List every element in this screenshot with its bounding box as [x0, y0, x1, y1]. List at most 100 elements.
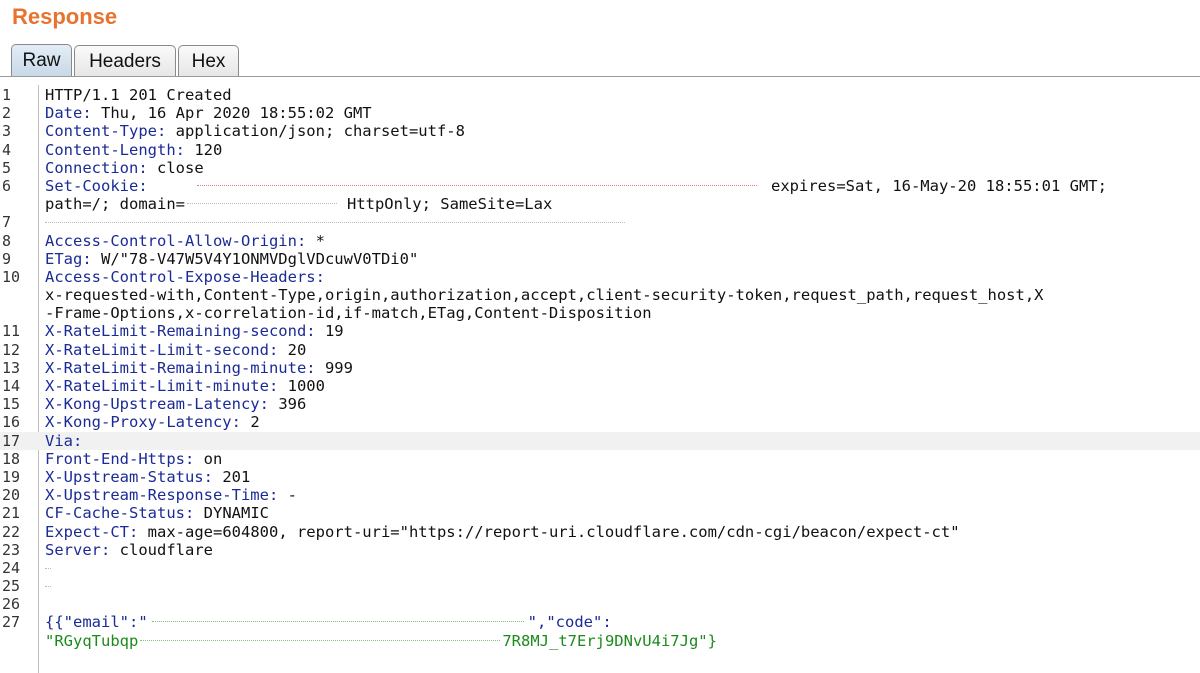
- header-value: close: [157, 158, 204, 177]
- header-value: -: [287, 486, 297, 505]
- current-line-highlight: 17 Via:: [0, 431, 1200, 450]
- header-value: DYNAMIC: [203, 504, 269, 523]
- header-value: W/"78-V47W5V4Y1ONMVDglVDcuwV0TDi0": [101, 249, 419, 268]
- line-17: Via:: [45, 431, 83, 450]
- header-name: X-RateLimit-Remaining-minute: [45, 358, 307, 377]
- line-number: 12: [2, 340, 21, 359]
- header-value: 2: [250, 413, 260, 432]
- line-number: 8: [2, 231, 12, 250]
- header-name: X-Upstream-Response-Time: [45, 486, 269, 505]
- line-25: [45, 577, 51, 595]
- redacted-value: [197, 184, 757, 188]
- header-value-cont: path=/; domain=: [45, 195, 185, 214]
- header-name: Access-Control-Expose-Headers: [45, 267, 316, 286]
- redacted-line: [45, 567, 51, 571]
- header-name: X-RateLimit-Remaining-second: [45, 322, 307, 341]
- header-value: *: [315, 231, 325, 250]
- header-name: X-Kong-Proxy-Latency: [45, 413, 232, 432]
- line-24: [45, 559, 51, 577]
- line-12: X-RateLimit-Limit-second: 20: [45, 340, 307, 359]
- header-value: 20: [287, 340, 307, 359]
- line-1: HTTP/1.1 201 Created: [45, 86, 232, 104]
- line-number: 19: [2, 467, 21, 486]
- line-number: 21: [2, 504, 21, 523]
- response-editor[interactable]: 1 HTTP/1.1 201 Created 2 Date: Thu, 16 A…: [0, 86, 1200, 650]
- line-3: Content-Type: application/json; charset=…: [45, 122, 465, 141]
- tab-hex[interactable]: Hex: [178, 45, 239, 77]
- line-number: 1: [2, 86, 12, 104]
- header-name: Access-Control-Allow-Origin: [45, 231, 297, 250]
- line-number: 11: [2, 322, 21, 341]
- header-value: 120: [194, 140, 223, 159]
- redacted-line: [45, 586, 51, 589]
- line-number: 16: [2, 413, 21, 432]
- redacted-email: [151, 621, 524, 624]
- line-19: X-Upstream-Status: 201: [45, 467, 251, 486]
- header-name: Set-Cookie: [45, 176, 139, 195]
- json-code-end: 7R8MJ_t7Erj9DNvU4i7Jg"}: [502, 631, 717, 650]
- line-18: Front-End-Https: on: [45, 449, 223, 468]
- tab-headers[interactable]: Headers: [74, 45, 176, 77]
- json-code-start: "RGyqTubqp: [45, 631, 139, 650]
- line-13: X-RateLimit-Remaining-minute: 999: [45, 358, 353, 377]
- line-number: 13: [2, 358, 21, 377]
- header-name: X-RateLimit-Limit-second: [45, 340, 269, 359]
- line-number: 6: [2, 176, 12, 195]
- header-name: Expect-CT: [45, 522, 129, 541]
- header-name: X-RateLimit-Limit-minute: [45, 377, 269, 396]
- redacted-value: [186, 203, 337, 206]
- header-name: Via: [45, 431, 73, 450]
- header-name: CF-Cache-Status: [45, 504, 185, 523]
- line-16: X-Kong-Proxy-Latency: 2: [45, 413, 260, 432]
- line-20: X-Upstream-Response-Time: -: [45, 486, 297, 505]
- header-value: 396: [278, 395, 307, 414]
- line-number: 20: [2, 486, 21, 505]
- tab-divider: [0, 76, 1200, 77]
- line-number: 10: [2, 267, 21, 286]
- json-body-mid: ","code":: [527, 613, 612, 632]
- line-number: 5: [2, 158, 12, 177]
- line-number: 15: [2, 395, 21, 414]
- redacted-line: [45, 222, 625, 225]
- header-value: 1000: [287, 377, 325, 396]
- line-number: 2: [2, 104, 12, 123]
- header-value: Thu, 16 Apr 2020 18:55:02 GMT: [101, 104, 372, 123]
- tab-bar: Raw Headers Hex: [11, 44, 241, 77]
- panel-title: Response: [12, 4, 118, 29]
- header-value: 201: [222, 467, 251, 486]
- header-value-cont: HttpOnly; SameSite=Lax: [346, 195, 553, 214]
- header-name: Server: [45, 540, 101, 559]
- line-number: 17: [2, 431, 21, 450]
- header-name: ETag: [45, 249, 83, 268]
- header-value: 19: [324, 322, 344, 341]
- line-number: 3: [2, 122, 12, 141]
- header-value: x-requested-with,Content-Type,origin,aut…: [45, 286, 1044, 305]
- header-value: 999: [324, 358, 353, 377]
- line-11: X-RateLimit-Remaining-second: 19: [45, 322, 344, 341]
- line-number: 26: [2, 595, 21, 614]
- line-number: 23: [2, 540, 21, 559]
- header-name: Date: [45, 104, 83, 123]
- line-2: Date: Thu, 16 Apr 2020 18:55:02 GMT: [45, 104, 372, 123]
- header-name: X-Upstream-Status: [45, 467, 204, 486]
- line-number: 7: [2, 213, 12, 232]
- header-name: Front-End-Https: [45, 449, 185, 468]
- line-27: {{"email":" ","code": "RGyqTubqp 7R8MJ_t7E…: [45, 613, 717, 650]
- line-number: 27: [2, 613, 21, 632]
- line-7: [45, 213, 625, 231]
- header-value: on: [203, 449, 223, 468]
- line-21: CF-Cache-Status: DYNAMIC: [45, 504, 269, 523]
- json-body-start: {"email":": [54, 613, 148, 632]
- line-4: Content-Length: 120: [45, 140, 223, 159]
- line-number: 25: [2, 577, 21, 596]
- line-5: Connection: close: [45, 158, 204, 177]
- header-value: expires=Sat, 16-May-20 18:55:01 GMT;: [771, 176, 1107, 195]
- header-value: cloudflare: [119, 540, 213, 559]
- line-10: Access-Control-Expose-Headers: x-request…: [45, 267, 1044, 323]
- line-6: Set-Cookie: expires=Sat, 16-May-20 18:55…: [45, 176, 1107, 214]
- header-name: Content-Type: [45, 122, 157, 141]
- header-value: application/json; charset=utf-8: [175, 122, 465, 141]
- line-9: ETag: W/"78-V47W5V4Y1ONMVDglVDcuwV0TDi0": [45, 249, 419, 268]
- tab-raw[interactable]: Raw: [11, 44, 72, 77]
- header-value-cont: -Frame-Options,x-correlation-id,if-match…: [45, 304, 652, 323]
